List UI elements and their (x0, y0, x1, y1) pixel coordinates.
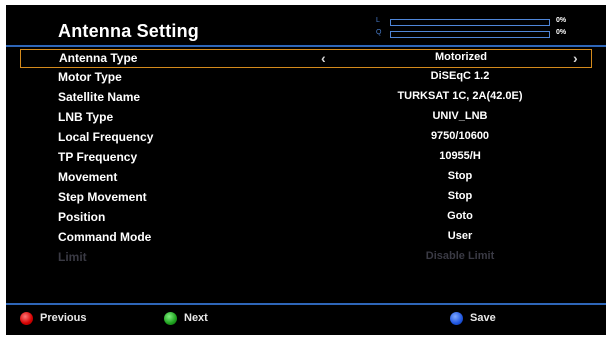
setting-label: Antenna Type (59, 51, 138, 65)
setting-row-local-frequency[interactable]: Local Frequency 9750/10600 (20, 129, 592, 147)
signal-level-meter: L 0% (376, 17, 576, 27)
setting-value: User (447, 230, 473, 242)
setting-label: Command Mode (58, 230, 152, 244)
next-label: Next (184, 312, 208, 324)
setting-row-satellite-name[interactable]: Satellite Name TURKSAT 1C, 2A(42.0E) (20, 89, 592, 107)
setting-row-tp-frequency[interactable]: TP Frequency 10955/H (20, 149, 592, 167)
setting-value: Goto (447, 210, 473, 222)
signal-level-letter: L (376, 17, 380, 24)
setting-value: Stop (447, 170, 473, 182)
setting-label: Local Frequency (58, 130, 154, 144)
signal-quality-bar (390, 31, 550, 38)
signal-quality-percent: 0% (556, 29, 567, 36)
header-divider (6, 45, 606, 47)
setting-label: Step Movement (58, 190, 147, 204)
setting-row-antenna-type[interactable]: Antenna Type ‹ Motorized › (20, 49, 592, 68)
setting-value: Stop (447, 190, 473, 202)
setting-label: Motor Type (58, 70, 122, 84)
setting-label: TP Frequency (58, 150, 138, 164)
chevron-right-icon[interactable]: › (573, 50, 578, 66)
setting-label: Limit (58, 250, 87, 264)
signal-level-percent: 0% (556, 17, 567, 24)
page-title: Antenna Setting (58, 21, 199, 41)
tv-screen: Antenna Setting L 0% Q 0% Antenna Type ‹… (6, 5, 606, 335)
previous-label: Previous (40, 312, 87, 324)
setting-row-step-movement[interactable]: Step Movement Stop (20, 189, 592, 207)
signal-quality-letter: Q (376, 29, 382, 36)
setting-value: 10955/H (439, 150, 481, 162)
setting-row-movement[interactable]: Movement Stop (20, 169, 592, 187)
setting-value: DiSEqC 1.2 (430, 70, 490, 82)
setting-row-lnb-type[interactable]: LNB Type UNIV_LNB (20, 109, 592, 127)
blue-button-icon (450, 312, 463, 325)
setting-value: 9750/10600 (430, 130, 490, 142)
setting-value: Disable Limit (425, 250, 495, 262)
setting-label: Position (58, 210, 106, 224)
red-button-icon (20, 312, 33, 325)
setting-value: Motorized (435, 51, 487, 63)
setting-value: UNIV_LNB (432, 110, 488, 122)
setting-label: Movement (58, 170, 118, 184)
setting-label: LNB Type (58, 110, 114, 124)
setting-row-command-mode[interactable]: Command Mode User (20, 229, 592, 247)
footer-divider (6, 303, 606, 305)
chevron-left-icon[interactable]: ‹ (321, 50, 326, 66)
setting-row-motor-type[interactable]: Motor Type DiSEqC 1.2 (20, 69, 592, 87)
setting-value: TURKSAT 1C, 2A(42.0E) (397, 90, 523, 102)
setting-row-limit: Limit Disable Limit (20, 249, 592, 267)
setting-row-position[interactable]: Position Goto (20, 209, 592, 227)
green-button-icon (164, 312, 177, 325)
signal-level-bar (390, 19, 550, 26)
signal-quality-meter: Q 0% (376, 29, 576, 39)
setting-label: Satellite Name (58, 90, 141, 104)
save-label: Save (470, 312, 496, 324)
